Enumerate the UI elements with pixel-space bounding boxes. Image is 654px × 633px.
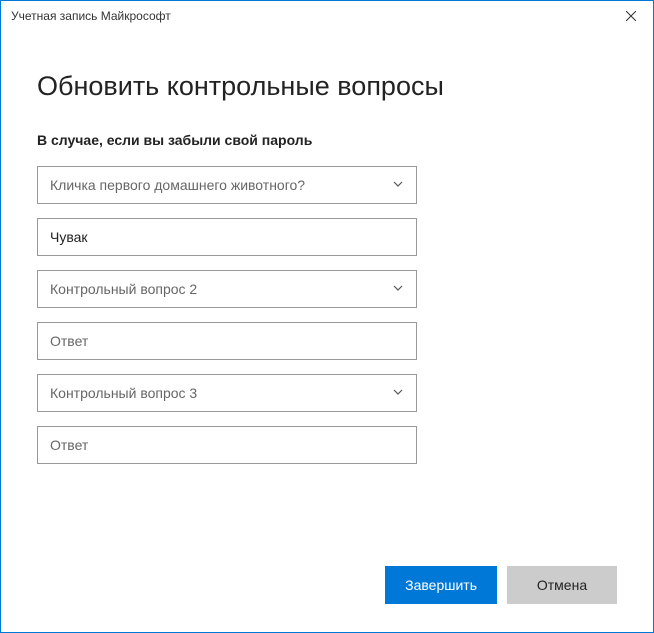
chevron-down-icon [392,281,404,297]
security-question-2-select[interactable]: Контрольный вопрос 2 [37,270,417,308]
finish-button[interactable]: Завершить [385,566,497,604]
security-question-3-select[interactable]: Контрольный вопрос 3 [37,374,417,412]
security-answer-1-input[interactable] [37,218,417,256]
window-title: Учетная запись Майкрософт [11,9,171,23]
security-answer-3-input[interactable] [37,426,417,464]
security-question-2-label: Контрольный вопрос 2 [50,281,197,297]
close-icon [626,11,636,21]
page-subtitle: В случае, если вы забыли свой пароль [37,132,617,148]
security-question-3-label: Контрольный вопрос 3 [50,385,197,401]
close-button[interactable] [608,1,653,31]
security-answer-2-input[interactable] [37,322,417,360]
chevron-down-icon [392,177,404,193]
content-area: Обновить контрольные вопросы В случае, е… [1,31,653,546]
chevron-down-icon [392,385,404,401]
security-question-1-select[interactable]: Кличка первого домашнего животного? [37,166,417,204]
cancel-button[interactable]: Отмена [507,566,617,604]
titlebar: Учетная запись Майкрософт [1,1,653,31]
page-title: Обновить контрольные вопросы [37,71,617,102]
security-question-1-label: Кличка первого домашнего животного? [50,177,305,193]
dialog-footer: Завершить Отмена [1,546,653,632]
